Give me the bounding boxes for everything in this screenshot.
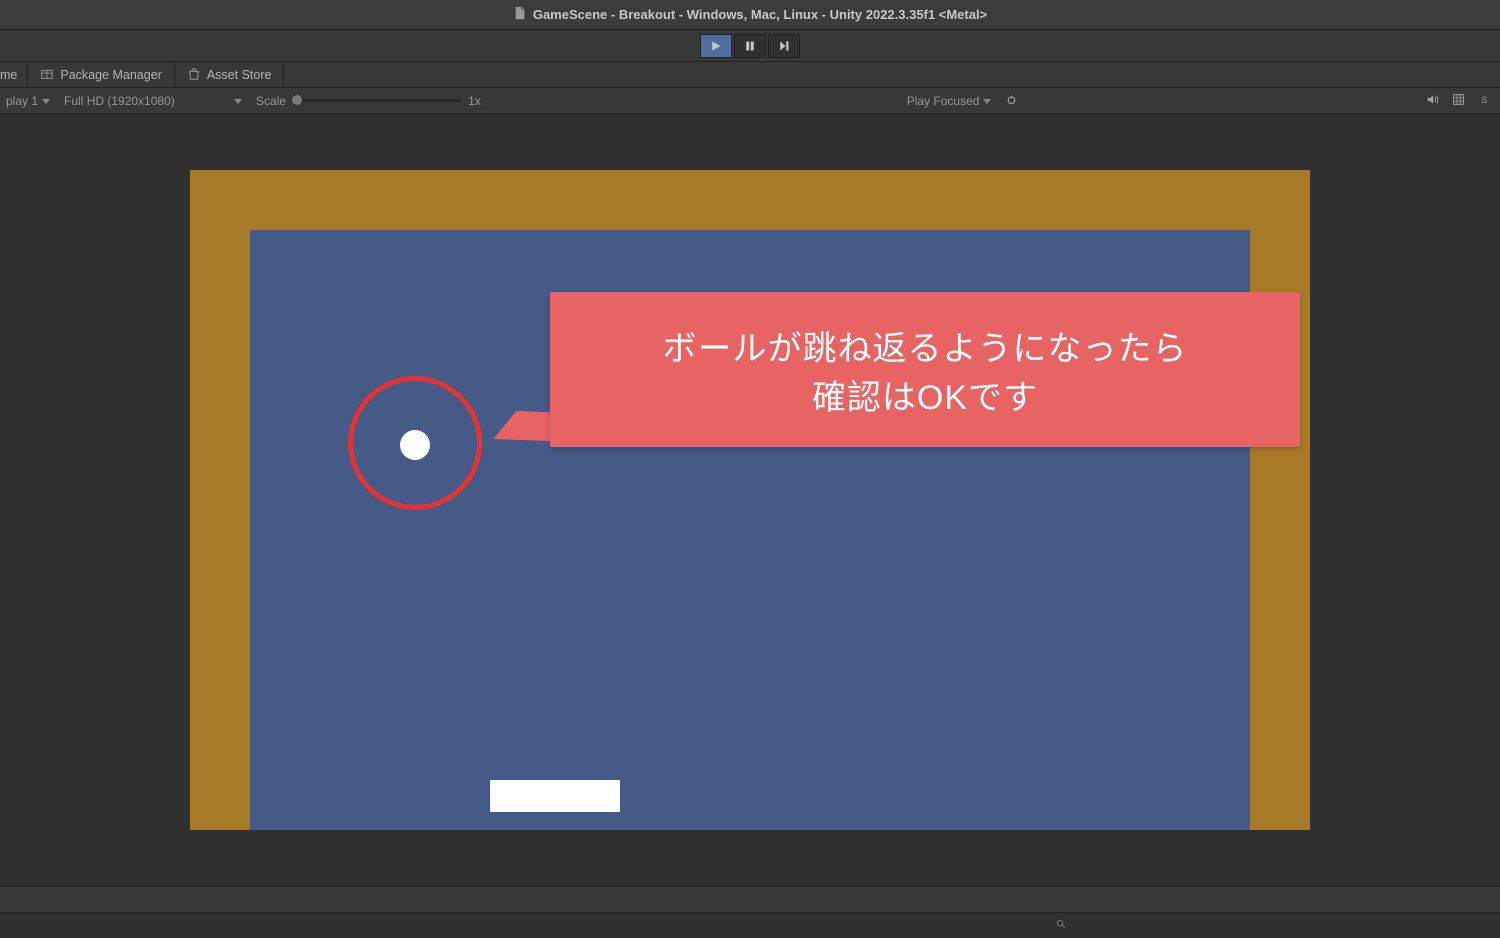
scale-label: Scale: [256, 94, 286, 108]
tab-package-manager[interactable]: Package Manager: [28, 63, 174, 87]
console-search-strip: [0, 912, 1500, 938]
letter-s-icon: S: [1478, 93, 1491, 109]
dropdown-label: Play Focused: [907, 94, 980, 108]
tab-label: me: [0, 68, 17, 82]
bottom-divider-strip: [0, 886, 1500, 912]
game-paddle: [490, 780, 620, 812]
dropdown-label: play 1: [6, 94, 38, 108]
annotation-line2: 確認はOKです: [812, 370, 1038, 419]
tab-label: Asset Store: [207, 68, 272, 82]
game-viewport: ボールが跳ね返るようになったら 確認はOKです: [0, 114, 1500, 886]
annotation-circle: [348, 376, 482, 510]
gizmos-button[interactable]: S: [1472, 91, 1496, 111]
game-play-area: ボールが跳ね返るようになったら 確認はOKです: [250, 230, 1250, 830]
stats-toggle-button[interactable]: [1446, 91, 1470, 111]
grid-icon: [1452, 93, 1465, 109]
annotation-callout: ボールが跳ね返るようになったら 確認はOKです: [550, 292, 1300, 447]
resolution-dropdown[interactable]: Full HD (1920x1080): [58, 91, 248, 111]
game-frame-wall: ボールが跳ね返るようになったら 確認はOKです: [190, 170, 1310, 830]
step-button[interactable]: [768, 34, 800, 58]
unity-file-icon: [513, 6, 527, 23]
bug-icon-button[interactable]: [999, 91, 1023, 111]
panel-tabs: me Package Manager Asset Store: [0, 62, 1500, 88]
dropdown-label: Full HD (1920x1080): [64, 94, 175, 108]
tab-label: Package Manager: [60, 68, 161, 82]
tab-asset-store[interactable]: Asset Store: [175, 63, 285, 87]
pause-button[interactable]: [734, 34, 766, 58]
scale-value: 1x: [468, 94, 481, 108]
bug-icon: [1005, 93, 1018, 109]
tab-game[interactable]: me: [0, 63, 28, 87]
focus-mode-dropdown[interactable]: Play Focused: [901, 91, 998, 111]
game-view-toolbar: play 1 Full HD (1920x1080) Scale 1x Play…: [0, 88, 1500, 114]
window-titlebar: GameScene - Breakout - Windows, Mac, Lin…: [0, 0, 1500, 30]
audio-icon: [1426, 93, 1439, 109]
window-title: GameScene - Breakout - Windows, Mac, Lin…: [533, 7, 987, 22]
console-search[interactable]: [1056, 917, 1500, 935]
shopping-bag-icon: [187, 67, 201, 84]
svg-text:S: S: [1481, 94, 1487, 104]
scale-slider[interactable]: [292, 99, 462, 102]
audio-toggle-button[interactable]: [1420, 91, 1444, 111]
console-search-input[interactable]: [1071, 920, 1500, 932]
package-icon: [40, 67, 54, 84]
scale-slider-group: Scale 1x: [256, 94, 481, 108]
display-dropdown[interactable]: play 1: [0, 91, 56, 111]
search-icon: [1056, 918, 1071, 933]
play-button[interactable]: [700, 34, 732, 58]
annotation-line1: ボールが跳ね返るようになったら: [663, 321, 1188, 370]
slider-thumb[interactable]: [292, 95, 302, 105]
play-controls-bar: [0, 30, 1500, 62]
